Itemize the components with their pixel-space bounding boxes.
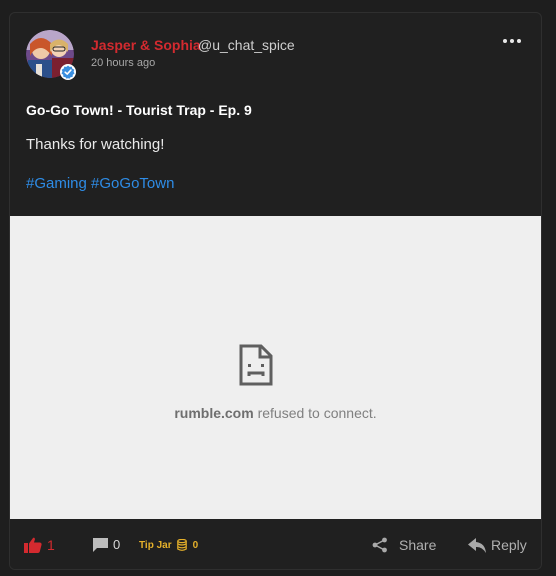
sad-page-icon (239, 344, 273, 386)
post-timestamp[interactable]: 20 hours ago (91, 57, 155, 69)
post-title: Go-Go Town! - Tourist Trap - Ep. 9 (26, 102, 252, 118)
share-label: Share (399, 537, 437, 553)
more-options-button[interactable] (503, 35, 523, 47)
post-actions-bar: 1 0 Tip Jar 0 Share Reply (10, 519, 541, 569)
share-icon (372, 537, 387, 553)
avatar[interactable] (26, 30, 76, 80)
like-button[interactable]: 1 (24, 537, 55, 553)
share-button[interactable]: Share (372, 537, 436, 553)
embed-error-domain: rumble.com (174, 405, 254, 421)
hashtag-gogotown[interactable]: #GoGoTown (91, 175, 174, 192)
author-display-name[interactable]: Jasper & Sophia (91, 37, 201, 53)
author-handle[interactable]: @u_chat_spice (198, 37, 295, 53)
tip-jar-label: Tip Jar (139, 539, 172, 551)
comment-button[interactable]: 0 (93, 537, 120, 552)
embed-error-message: rumble.com refused to connect. (10, 405, 541, 421)
verified-badge-icon (60, 64, 76, 80)
tip-count: 0 (192, 539, 199, 551)
post-header: Jasper & Sophia @u_chat_spice 20 hours a… (10, 13, 541, 93)
post-body: Thanks for watching! (26, 136, 165, 153)
embed-error-text: refused to connect. (253, 405, 377, 421)
hashtag-list: #Gaming #GoGoTown (26, 175, 174, 192)
embedded-video-frame[interactable]: rumble.com refused to connect. (10, 216, 541, 519)
reply-button[interactable]: Reply (468, 537, 527, 553)
reply-label: Reply (491, 537, 527, 553)
tip-jar-button[interactable]: Tip Jar 0 (139, 539, 198, 551)
thumbs-up-icon (24, 537, 42, 553)
reply-arrow-icon (468, 537, 486, 553)
coin-stack-icon (176, 539, 187, 551)
hashtag-gaming[interactable]: #Gaming (26, 175, 87, 192)
more-dots-icon (503, 39, 507, 43)
comment-icon (93, 537, 108, 552)
like-count: 1 (47, 537, 55, 553)
post-card: Jasper & Sophia @u_chat_spice 20 hours a… (9, 12, 542, 570)
comment-count: 0 (113, 537, 121, 552)
